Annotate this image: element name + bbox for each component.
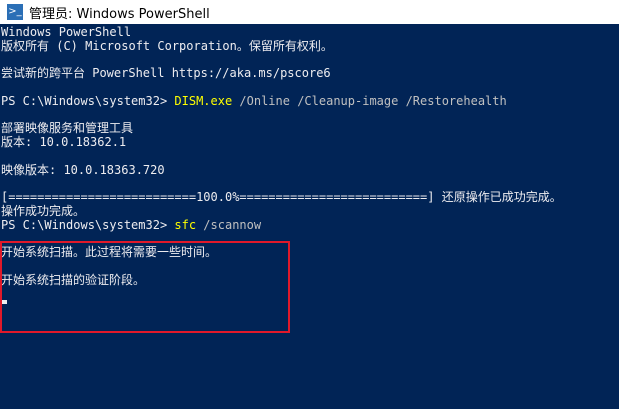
console-output[interactable]: Windows PowerShell 版权所有 (C) Microsoft Co…	[0, 25, 619, 409]
copyright-line: 版权所有 (C) Microsoft Corporation。保留所有权利。	[1, 39, 333, 53]
command-line-2: PS C:\Windows\system32> sfc /scannow	[1, 218, 262, 233]
dism-tool-line: 部署映像服务和管理工具	[1, 121, 134, 135]
highlight-box	[0, 241, 290, 333]
tip-line: 尝试新的跨平台 PowerShell https://aka.ms/pscore…	[1, 66, 331, 80]
prompt: PS C:\Windows\system32>	[1, 218, 175, 232]
header-line: Windows PowerShell	[1, 25, 132, 39]
window-title: 管理员: Windows PowerShell	[29, 6, 210, 22]
command-name: sfc	[174, 218, 197, 232]
progress-line: [==========================100.0%=======…	[1, 190, 562, 204]
prompt: PS C:\Windows\system32>	[1, 94, 175, 108]
command-args: /scannow	[196, 218, 262, 232]
command-args: /Online /Cleanup-image /Restorehealth	[232, 94, 507, 108]
powershell-icon: >_	[7, 4, 23, 20]
title-bar: >_ 管理员: Windows PowerShell	[0, 0, 619, 24]
image-version-line: 映像版本: 10.0.18363.720	[1, 163, 165, 177]
command-line-1: PS C:\Windows\system32> DISM.exe /Online…	[1, 94, 507, 109]
dism-version-line: 版本: 10.0.18362.1	[1, 135, 127, 149]
operation-done-line: 操作成功完成。	[1, 204, 86, 218]
command-name: DISM.exe	[174, 94, 233, 108]
